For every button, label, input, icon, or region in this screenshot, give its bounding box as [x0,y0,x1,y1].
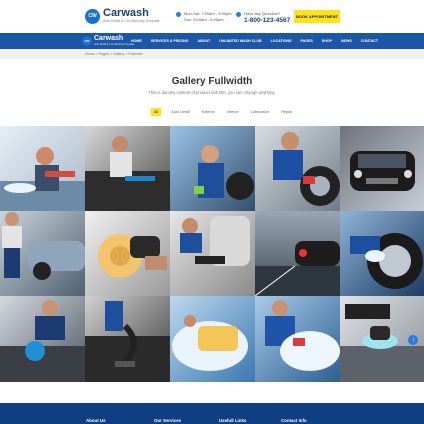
nav-item-shop[interactable]: SHOP [322,39,332,43]
contact-phone: Have any Question? 1-800-123-4567 [236,11,290,25]
nav-item-contact[interactable]: CONTACT [361,39,378,43]
top-header: CW Carwash Auto Detail & Car Washing Tem… [0,0,424,33]
logo-badge-icon: CW [85,8,100,24]
nav-logo-badge-icon: CW [82,35,92,46]
book-appointment-button[interactable]: BOOK APPOINTMENT [294,10,340,23]
gallery-grid [0,126,424,382]
site-logo[interactable]: CW Carwash Auto Detail & Car Washing Tem… [85,8,160,24]
clock-icon [176,12,181,17]
phone-number[interactable]: 1-800-123-4567 [244,17,290,25]
interior-vacuum-photo[interactable] [85,126,170,211]
red-car-night-photo[interactable] [255,211,340,296]
footer-heading-services: Our Services [154,418,182,423]
black-car-photo[interactable] [340,126,424,211]
opening-hours: Mon-Sat: 7:00am - 9:00pm Sun: 8:00am - 6… [176,11,232,22]
main-nav: CW Carwash Auto Detail & Car Washing Tem… [0,33,424,49]
logo-title: Carwash [103,7,149,19]
nav-item-news[interactable]: NEWS [341,39,352,43]
nav-item-locations[interactable]: LOCATIONS [271,39,292,43]
nav-logo-subtitle: Auto Detail & Car Washing Template [94,43,135,46]
logo-subtitle: Auto Detail & Car Washing Template [103,19,160,23]
nav-item-wash-club[interactable]: UNLIMITED WASH CLUB [219,39,261,43]
footer-heading-links: Usefull Links [219,418,247,423]
wheel-cleaning-photo[interactable] [255,126,340,211]
filter-lubrication[interactable]: Lubrication [249,109,272,115]
filter-auto-detail[interactable]: Auto Detail [169,109,192,115]
filter-all[interactable]: All [151,108,162,116]
scroll-to-top-button[interactable]: ↑ [408,335,418,345]
footer-heading-about: About Us [86,418,106,423]
gallery-filters: All Auto Detail Exterior Interior Lubric… [151,108,303,116]
mechanic-wheel-photo[interactable] [170,126,255,211]
breadcrumb[interactable]: Home > Pages > Gallery > Fullwidth [85,52,143,56]
foam-wash-photo[interactable] [255,296,340,382]
filter-interior[interactable]: Interior [225,109,241,115]
page-title: Gallery Fullwidth [171,76,253,87]
seat-vacuum-photo[interactable] [170,211,255,296]
nav-logo-title: Carwash [94,35,124,42]
filter-exterior[interactable]: Exterior [200,109,217,115]
car-wash-photo[interactable] [0,126,85,211]
nav-item-pages[interactable]: PAGES [300,39,312,43]
phone-icon [236,12,241,17]
filter-repair[interactable]: Repair [279,109,294,115]
rim-washing-photo[interactable] [340,211,424,296]
footer-heading-contact: Contact Info [281,418,307,423]
vacuum-hose-photo[interactable] [85,296,170,382]
dashboard-polish-photo[interactable] [0,296,85,382]
nav-item-home[interactable]: HOME [131,39,142,43]
garage-mechanic-photo[interactable] [0,211,85,296]
breadcrumb-bar: Home > Pages > Gallery > Fullwidth [0,49,424,59]
sponge-foam-photo[interactable] [170,296,255,382]
footer: About Us Our Services Usefull Links Cont… [0,403,424,424]
hours-line-1: Mon-Sat: 7:00am - 9:00pm [184,11,232,16]
nav-item-about[interactable]: ABOUT [197,39,210,43]
nav-logo[interactable]: CW Carwash Auto Detail & Car Washing Tem… [82,35,134,46]
nav-item-services[interactable]: SERVICES & PRICING [151,39,189,43]
page-subtitle: This is dummy content of product sub tit… [148,90,276,95]
hours-line-2: Sun: 8:00am - 6:00pm [184,16,224,22]
polisher-photo[interactable] [85,211,170,296]
